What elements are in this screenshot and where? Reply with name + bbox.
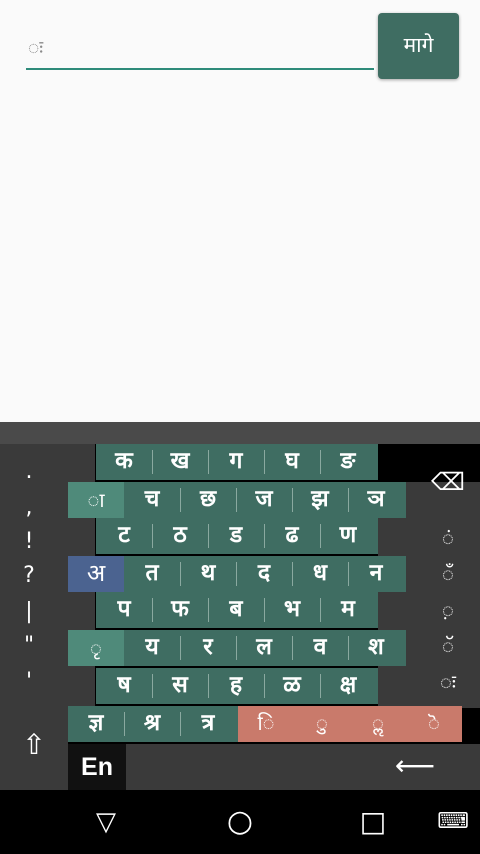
key-kha[interactable]: ख bbox=[152, 444, 208, 480]
key-la[interactable]: ल bbox=[236, 630, 292, 666]
navigation-bar: ▽ ○ □ ⌨ bbox=[0, 790, 480, 854]
key-i-matra[interactable]: ि bbox=[238, 706, 294, 742]
comma-key[interactable]: , bbox=[0, 492, 58, 526]
key-jha[interactable]: झ bbox=[292, 482, 348, 518]
key-ba[interactable]: ब bbox=[208, 592, 264, 628]
key-ka[interactable]: क bbox=[96, 444, 152, 480]
home-nav-icon[interactable]: ○ bbox=[210, 790, 270, 854]
text-input[interactable]: ः bbox=[26, 30, 374, 70]
chandrabindu-key[interactable]: ँ bbox=[420, 558, 476, 592]
key-a-vowel[interactable]: अ bbox=[68, 556, 124, 592]
key-row-2: च छ ज झ ञ bbox=[124, 482, 406, 518]
key-pha[interactable]: फ bbox=[152, 592, 208, 628]
key-cha[interactable]: च bbox=[124, 482, 180, 518]
key-row-3: ट ठ ड ढ ण bbox=[96, 518, 378, 554]
key-ddha[interactable]: ढ bbox=[264, 518, 320, 554]
candra-e-key[interactable]: ॅ bbox=[420, 630, 476, 664]
enter-key[interactable]: ⟵ bbox=[350, 744, 480, 790]
key-ja[interactable]: ज bbox=[236, 482, 292, 518]
key-sa[interactable]: स bbox=[152, 668, 208, 704]
anusvara-key[interactable]: ं bbox=[420, 522, 476, 556]
key-ya[interactable]: य bbox=[124, 630, 180, 666]
key-ttha[interactable]: ठ bbox=[152, 518, 208, 554]
key-row-4: त थ द ध न bbox=[124, 556, 406, 592]
key-row-1: क ख ग घ ङ bbox=[96, 444, 378, 480]
input-value: ः bbox=[28, 37, 44, 59]
back-nav-icon[interactable]: ▽ bbox=[76, 790, 136, 854]
key-ta[interactable]: त bbox=[124, 556, 180, 592]
enter-icon: ⟵ bbox=[394, 749, 436, 782]
backspace-key[interactable]: ⌫ bbox=[420, 466, 476, 500]
key-ri-matra[interactable]: ृ bbox=[68, 630, 124, 666]
key-tra[interactable]: त्र bbox=[180, 706, 236, 742]
key-ha[interactable]: ह bbox=[208, 668, 264, 704]
danda-key[interactable]: | bbox=[0, 596, 58, 630]
key-dha[interactable]: ध bbox=[292, 556, 348, 592]
key-da[interactable]: द bbox=[236, 556, 292, 592]
space-key[interactable] bbox=[126, 744, 350, 790]
shift-icon: ⇧ bbox=[22, 728, 46, 761]
devanagari-keyboard: . , ! ? | " ' ⌫ ं ँ ़ ॅ ः क ख ग घ ङ ा च … bbox=[0, 422, 480, 790]
recents-nav-icon[interactable]: □ bbox=[343, 790, 403, 854]
key-ssa[interactable]: ष bbox=[96, 668, 152, 704]
key-va[interactable]: व bbox=[292, 630, 348, 666]
back-button[interactable]: मागे bbox=[378, 13, 459, 79]
key-sha[interactable]: श bbox=[348, 630, 404, 666]
key-ga[interactable]: ग bbox=[208, 444, 264, 480]
key-ra[interactable]: र bbox=[180, 630, 236, 666]
key-bha[interactable]: भ bbox=[264, 592, 320, 628]
shift-key[interactable]: ⇧ bbox=[0, 708, 68, 790]
key-tta[interactable]: ट bbox=[96, 518, 152, 554]
language-switch-key[interactable]: En bbox=[68, 744, 126, 790]
exclamation-key[interactable]: ! bbox=[0, 526, 58, 560]
key-row-7: ष स ह ळ क्ष bbox=[96, 668, 378, 704]
key-row-5: प फ ब भ म bbox=[96, 592, 378, 628]
key-aa-matra[interactable]: ा bbox=[68, 482, 124, 518]
key-tha[interactable]: थ bbox=[180, 556, 236, 592]
visarga-key[interactable]: ः bbox=[420, 666, 476, 700]
key-gha[interactable]: घ bbox=[264, 444, 320, 480]
key-ma[interactable]: म bbox=[320, 592, 376, 628]
key-row-6: य र ल व श bbox=[124, 630, 406, 666]
key-vocalic-l-matra[interactable]: ॢ bbox=[350, 706, 406, 742]
question-key[interactable]: ? bbox=[0, 560, 58, 594]
keyboard-top-strip bbox=[0, 422, 480, 444]
key-nga[interactable]: ङ bbox=[320, 444, 376, 480]
key-ksha[interactable]: क्ष bbox=[320, 668, 376, 704]
period-key[interactable]: . bbox=[0, 456, 58, 490]
key-nya[interactable]: ञ bbox=[348, 482, 404, 518]
double-quote-key[interactable]: " bbox=[0, 630, 58, 664]
key-shra[interactable]: श्र bbox=[124, 706, 180, 742]
key-nna[interactable]: ण bbox=[320, 518, 376, 554]
single-quote-key[interactable]: ' bbox=[0, 666, 58, 700]
key-dda[interactable]: ड bbox=[208, 518, 264, 554]
nukta-key[interactable]: ़ bbox=[420, 594, 476, 628]
key-na[interactable]: न bbox=[348, 556, 404, 592]
key-chha[interactable]: छ bbox=[180, 482, 236, 518]
key-jnya[interactable]: ज्ञ bbox=[68, 706, 124, 742]
keyboard-switch-icon[interactable]: ⌨ bbox=[425, 790, 480, 854]
key-lla[interactable]: ळ bbox=[264, 668, 320, 704]
key-u-matra[interactable]: ु bbox=[294, 706, 350, 742]
key-pa[interactable]: प bbox=[96, 592, 152, 628]
key-row-8: ज्ञ श्र त्र bbox=[68, 706, 238, 742]
vowel-sign-bar: ि ु ॢ ॆ bbox=[238, 706, 462, 742]
key-short-e-matra[interactable]: ॆ bbox=[406, 706, 462, 742]
